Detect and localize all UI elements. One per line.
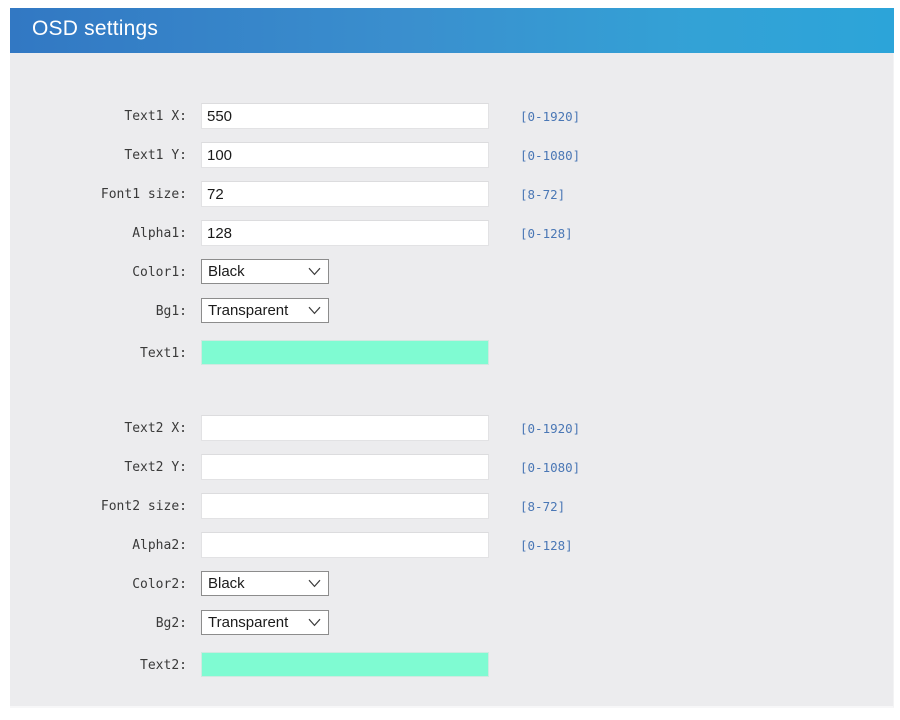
hint-font1_size: [8-72] [520,187,566,202]
panel-body: Text1 X: [0-1920] Text1 Y: [0-1080] Font1 si… [10,53,894,708]
hint-text1_y: [0-1080] [520,148,581,163]
label-alpha2: Alpha2: [132,538,187,553]
hint-alpha2: [0-128] [520,538,573,553]
page-title: OSD settings [32,17,159,40]
input-text1_y[interactable] [201,142,489,168]
label-text1_y: Text1 Y: [124,148,187,163]
field-wrap-color2: Black [201,571,329,601]
label-bg1: Bg1: [155,304,187,319]
field-wrap-bg2: Transparent [201,610,329,640]
label-color2: Color2: [132,577,187,592]
field-wrap-bg1: Transparent [201,298,329,328]
hint-text2_y: [0-1080] [520,460,581,475]
input-text2[interactable] [201,652,489,677]
hint-text1_x: [0-1920] [520,109,581,124]
chevron-down-icon [308,579,321,588]
select-bg2[interactable]: Transparent [201,610,329,635]
chevron-down-icon [308,267,321,276]
select-bg1[interactable]: Transparent [201,298,329,323]
label-text1: Text1: [140,346,187,361]
hint-font2_size: [8-72] [520,499,566,514]
field-wrap-text1_x [201,103,489,129]
field-wrap-color1: Black [201,259,329,289]
select-value-bg1: Transparent [208,302,289,319]
field-wrap-alpha1 [201,220,489,246]
input-font2_size[interactable] [201,493,489,519]
field-wrap-text2_y [201,454,489,480]
label-text2: Text2: [140,658,187,673]
input-text2_y[interactable] [201,454,489,480]
label-color1: Color1: [132,265,187,280]
label-font2_size: Font2 size: [100,499,187,514]
select-color2[interactable]: Black [201,571,329,596]
field-wrap-text1 [201,340,489,365]
input-text1[interactable] [201,340,489,365]
field-wrap-font1_size [201,181,489,207]
field-wrap-text2_x [201,415,489,441]
input-text2_x[interactable] [201,415,489,441]
field-wrap-font2_size [201,493,489,519]
label-text2_y: Text2 Y: [124,460,187,475]
hint-alpha1: [0-128] [520,226,573,241]
panel-header: OSD settings [10,8,894,53]
select-value-color2: Black [208,575,245,592]
select-value-bg2: Transparent [208,614,289,631]
label-font1_size: Font1 size: [100,187,187,202]
input-text1_x[interactable] [201,103,489,129]
input-alpha1[interactable] [201,220,489,246]
field-wrap-text1_y [201,142,489,168]
label-alpha1: Alpha1: [132,226,187,241]
field-wrap-text2 [201,652,489,677]
osd-settings-page: OSD settings Text1 X: [0-1920] Text1 Y: [0-… [0,0,900,720]
label-text1_x: Text1 X: [124,109,187,124]
chevron-down-icon [308,618,321,627]
input-alpha2[interactable] [201,532,489,558]
select-value-color1: Black [208,263,245,280]
label-bg2: Bg2: [155,616,187,631]
select-color1[interactable]: Black [201,259,329,284]
input-font1_size[interactable] [201,181,489,207]
chevron-down-icon [308,306,321,315]
hint-text2_x: [0-1920] [520,421,581,436]
label-text2_x: Text2 X: [124,421,187,436]
field-wrap-alpha2 [201,532,489,558]
